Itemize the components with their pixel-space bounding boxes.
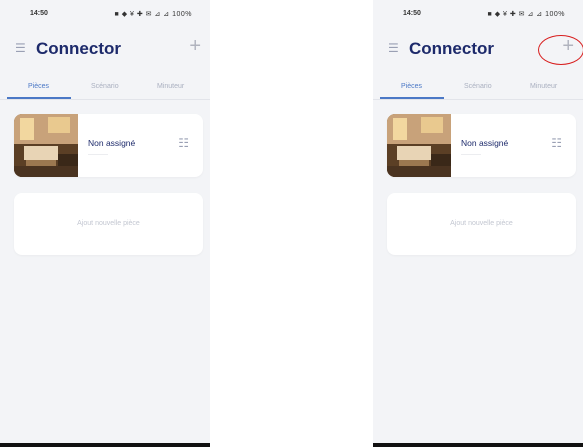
highlight-circle	[538, 35, 583, 65]
add-room-label: Ajout nouvelle pièce	[450, 220, 513, 227]
tab-pieces[interactable]: Pièces	[28, 83, 49, 90]
room-card[interactable]: Non assigné ————— ☷	[387, 114, 576, 177]
tab-minuteur[interactable]: Minuteur	[530, 83, 557, 90]
status-time: 14:50	[30, 10, 48, 17]
page-title: Connector	[409, 39, 494, 58]
status-icons: ■ ◆ ¥ ✚ ✉ ⊿ ⊿ 100%	[114, 11, 192, 18]
tab-pieces[interactable]: Pièces	[401, 83, 422, 90]
add-room-card[interactable]: Ajout nouvelle pièce	[14, 193, 203, 255]
status-bar: 14:50 ■ ◆ ¥ ✚ ✉ ⊿ ⊿ 100%	[373, 0, 583, 30]
tab-scenario[interactable]: Scénario	[91, 83, 119, 90]
settings-sliders-icon[interactable]: ☷	[178, 137, 189, 149]
menu-icon[interactable]: ☰	[15, 41, 26, 55]
tab-bar: Pièces Scénario Minuteur	[0, 80, 210, 102]
add-room-label: Ajout nouvelle pièce	[77, 220, 140, 227]
app-header: ☰ Connector +	[0, 30, 210, 70]
settings-sliders-icon[interactable]: ☷	[551, 137, 562, 149]
tab-divider	[0, 99, 210, 100]
room-name: Non assigné	[461, 138, 509, 148]
tab-scenario[interactable]: Scénario	[464, 83, 492, 90]
tab-divider	[373, 99, 583, 100]
add-room-card[interactable]: Ajout nouvelle pièce	[387, 193, 576, 255]
status-bar: 14:50 ■ ◆ ¥ ✚ ✉ ⊿ ⊿ 100%	[0, 0, 210, 30]
tab-minuteur[interactable]: Minuteur	[157, 83, 184, 90]
room-image	[14, 114, 78, 177]
room-subtitle: —————	[461, 151, 481, 156]
room-name: Non assigné	[88, 138, 136, 148]
room-image	[387, 114, 451, 177]
system-nav-bar	[0, 443, 210, 447]
plus-icon[interactable]: +	[189, 35, 201, 58]
system-nav-bar	[373, 443, 583, 447]
tab-bar: Pièces Scénario Minuteur	[373, 80, 583, 102]
phone-screen-left: 14:50 ■ ◆ ¥ ✚ ✉ ⊿ ⊿ 100% ☰ Connector + P…	[0, 0, 210, 447]
status-icons: ■ ◆ ¥ ✚ ✉ ⊿ ⊿ 100%	[487, 11, 565, 18]
status-time: 14:50	[403, 10, 421, 17]
page-title: Connector	[36, 39, 121, 58]
room-card[interactable]: Non assigné ————— ☷	[14, 114, 203, 177]
room-subtitle: —————	[88, 151, 108, 156]
phone-screen-right: 14:50 ■ ◆ ¥ ✚ ✉ ⊿ ⊿ 100% ☰ Connector + P…	[373, 0, 583, 447]
menu-icon[interactable]: ☰	[388, 41, 399, 55]
